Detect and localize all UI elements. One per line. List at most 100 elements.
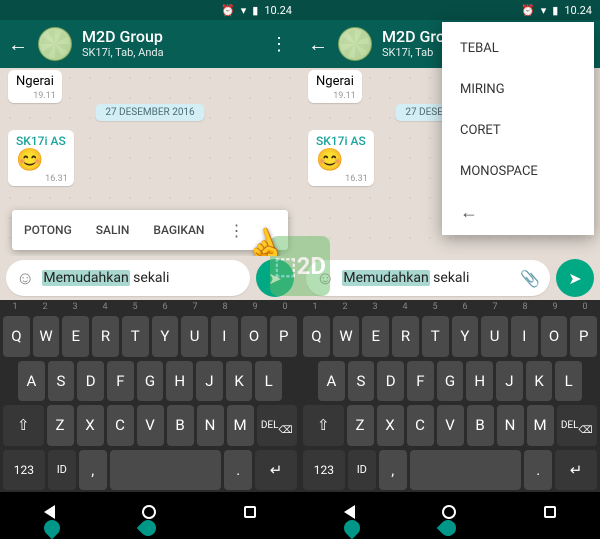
key-e[interactable]: E [62,316,89,357]
key-u[interactable]: U [181,316,208,357]
key-h[interactable]: H [466,361,493,402]
message-bubble[interactable]: Ngerai 19.11 [308,70,362,103]
key-p[interactable]: P [570,316,597,357]
key-c[interactable]: C [107,405,134,446]
home-nav-icon[interactable] [442,505,456,519]
key-comma[interactable]: , [79,450,107,491]
format-bold[interactable]: TEBAL [442,28,594,69]
key-numbers[interactable]: 123 [303,450,345,491]
key-space[interactable] [410,450,522,491]
back-icon[interactable]: ← [308,32,328,57]
menu-back-arrow-icon[interactable]: ← [442,192,594,229]
key-f[interactable]: F [407,361,434,402]
recents-nav-icon[interactable] [244,506,256,518]
message-bubble[interactable]: Ngerai 19.11 [8,70,62,103]
key-c[interactable]: C [407,405,434,446]
back-icon[interactable]: ← [8,32,28,57]
key-v[interactable]: V [137,405,164,446]
message-input[interactable]: ☺ Memudahkan sekali 📎 [306,260,550,296]
key-a[interactable]: A [18,361,45,402]
input-bar: ☺ Memudahkan sekali ➤ [0,256,300,300]
key-k[interactable]: K [526,361,553,402]
key-enter[interactable]: ↵ [255,450,297,491]
share-button[interactable]: BAGIKAN [141,223,216,237]
send-button[interactable]: ➤ [556,259,594,297]
key-w[interactable]: W [333,316,360,357]
recents-nav-icon[interactable] [544,506,556,518]
key-dot[interactable]: . [224,450,252,491]
back-nav-icon[interactable] [44,505,55,519]
key-o[interactable]: O [541,316,568,357]
key-f[interactable]: F [107,361,134,402]
key-h[interactable]: H [166,361,193,402]
attach-icon[interactable]: 📎 [520,269,540,288]
key-i[interactable]: I [511,316,538,357]
key-s[interactable]: S [348,361,375,402]
key-p[interactable]: P [270,316,297,357]
key-x[interactable]: X [77,405,104,446]
key-n[interactable]: N [497,405,524,446]
key-r[interactable]: R [392,316,419,357]
format-italic[interactable]: MIRING [442,69,594,110]
alarm-icon: ⏰ [221,4,235,17]
key-m[interactable]: M [527,405,554,446]
key-x[interactable]: X [377,405,404,446]
key-enter[interactable]: ↵ [555,450,597,491]
message-time: 19.11 [333,91,356,101]
key-d[interactable]: D [377,361,404,402]
key-g[interactable]: G [437,361,464,402]
cut-button[interactable]: POTONG [12,223,84,237]
message-bubble[interactable]: SK17i AS 😊 16.31 [8,130,74,186]
key-z[interactable]: Z [347,405,374,446]
avatar[interactable] [338,27,372,61]
more-icon[interactable]: ⋮ [266,34,292,55]
key-lang[interactable]: ID [348,450,376,491]
back-nav-icon[interactable] [344,505,355,519]
key-lang[interactable]: ID [48,450,76,491]
key-y[interactable]: Y [452,316,479,357]
title-block[interactable]: M2D Group SK17i, Tab, Anda [82,28,256,59]
format-monospace[interactable]: MONOSPACE [442,151,594,192]
key-y[interactable]: Y [152,316,179,357]
key-space[interactable] [110,450,222,491]
key-l[interactable]: L [255,361,282,402]
key-b[interactable]: B [167,405,194,446]
key-a[interactable]: A [318,361,345,402]
key-m[interactable]: M [227,405,254,446]
key-l[interactable]: L [555,361,582,402]
key-n[interactable]: N [197,405,224,446]
home-nav-icon[interactable] [142,505,156,519]
key-delete[interactable]: DEL⌫ [557,405,598,446]
key-s[interactable]: S [48,361,75,402]
key-j[interactable]: J [196,361,223,402]
key-t[interactable]: T [422,316,449,357]
key-q[interactable]: Q [303,316,330,357]
avatar[interactable] [38,27,72,61]
key-shift[interactable]: ⇧ [3,405,44,446]
copy-button[interactable]: SALIN [84,223,142,237]
key-i[interactable]: I [211,316,238,357]
key-z[interactable]: Z [47,405,74,446]
key-g[interactable]: G [137,361,164,402]
key-o[interactable]: O [241,316,268,357]
key-shift[interactable]: ⇧ [303,405,344,446]
key-d[interactable]: D [77,361,104,402]
key-j[interactable]: J [496,361,523,402]
key-dot[interactable]: . [524,450,552,491]
key-u[interactable]: U [481,316,508,357]
key-delete[interactable]: DEL⌫ [257,405,298,446]
key-comma[interactable]: , [379,450,407,491]
key-r[interactable]: R [92,316,119,357]
key-k[interactable]: K [226,361,253,402]
key-b[interactable]: B [467,405,494,446]
key-t[interactable]: T [122,316,149,357]
format-strike[interactable]: CORET [442,110,594,151]
key-v[interactable]: V [437,405,464,446]
key-q[interactable]: Q [3,316,30,357]
key-e[interactable]: E [362,316,389,357]
key-w[interactable]: W [33,316,60,357]
message-input[interactable]: ☺ Memudahkan sekali [6,260,250,296]
emoji-picker-icon[interactable]: ☺ [16,268,34,289]
message-bubble[interactable]: SK17i AS 😊 16.31 [308,130,374,186]
key-numbers[interactable]: 123 [3,450,45,491]
